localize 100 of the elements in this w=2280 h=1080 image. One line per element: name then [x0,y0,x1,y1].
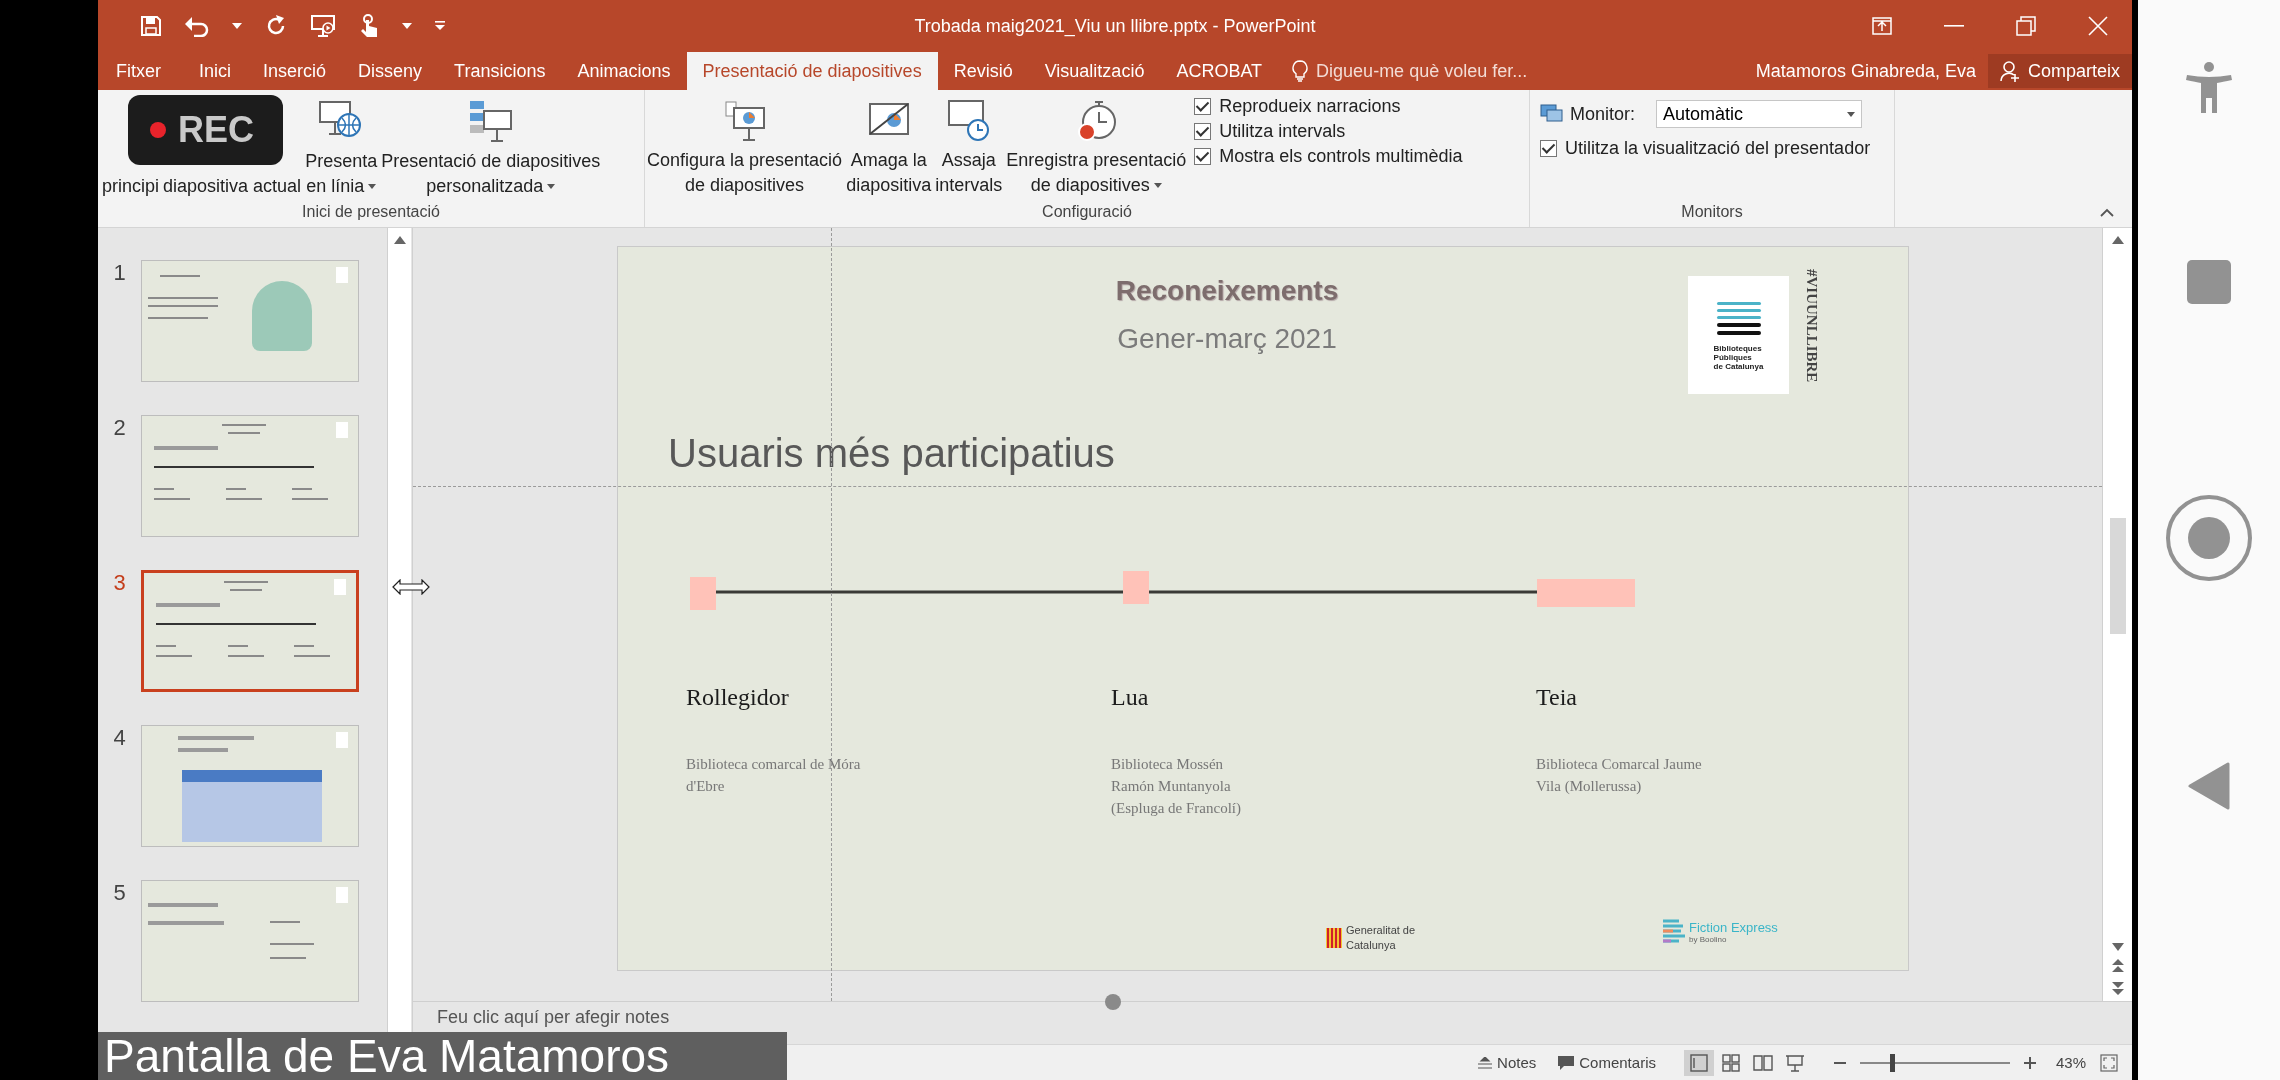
ribbon-tab[interactable]: Visualització [1028,52,1161,90]
recording-badge: REC [128,95,283,165]
tell-me-field[interactable]: Digueu-me què voleu fer... [1314,59,1619,83]
slide-number: 3 [112,570,127,596]
ribbon-button[interactable]: principi [100,173,162,201]
ribbon-tab[interactable]: Disseny [342,52,439,90]
notes-icon [1478,1056,1493,1069]
screen-share-label: Pantalla de Eva Matamoros [98,1032,787,1080]
touch-icon[interactable] [360,14,380,38]
restore-icon[interactable] [2016,16,2036,36]
notes-button[interactable]: Notes [1474,1054,1541,1071]
screen-clock-icon [945,98,992,144]
slide-thumbnail[interactable] [141,570,359,692]
close-icon[interactable] [2088,16,2108,36]
library-text: Biblioteca Comarcal Jaume Vila (Mollerussa) [1536,755,1703,796]
back-icon[interactable] [2188,762,2230,810]
slide-number: 4 [112,725,127,751]
ribbon-button[interactable]: Configura la presentació de diapositives [645,94,845,200]
generalitat-logo-text: Generalitat de Catalunya [1346,923,1416,953]
slide-heading: Usuaris més participatius [668,431,1115,476]
library-text: Biblioteca Mossén Ramón Muntanyola (Espluga de Francolí) [1111,755,1242,818]
checkbox[interactable] [1540,140,1557,157]
ribbon-tab[interactable]: Transicions [438,52,562,90]
normal-view-icon[interactable] [1683,1049,1714,1076]
customize-toolbar-icon[interactable] [434,21,446,31]
ribbon-button[interactable]: Amaga la diapositiva [844,94,934,200]
person-add-icon [1999,60,2022,82]
slide-number: 1 [112,260,127,286]
zoom-level[interactable]: 43% [2055,1054,2086,1071]
resize-cursor-icon [392,579,430,595]
ribbon-tab[interactable]: Animacions [561,52,687,90]
undo-icon[interactable] [184,15,210,37]
collapse-ribbon-icon[interactable] [2100,208,2114,217]
ribbon-button[interactable]: Enregistra presentació de diapositives [1004,94,1189,200]
monitors-icon [1540,104,1564,124]
scroll-thumb[interactable] [2109,518,2126,634]
monitor-label: Monitor: [1570,103,1637,125]
ribbon-tab[interactable]: Inserció [247,52,343,90]
share-button[interactable]: Comparteix [1987,54,2132,88]
slide-number: 5 [112,880,127,906]
ribbon-button[interactable]: Presentació de diapositives personalitzada [379,95,603,201]
slide-title: Reconeixements [1115,275,1339,307]
ribbon-tab[interactable]: ACROBAT [1160,52,1279,90]
library-text: Biblioteca comarcal de Móra d'Ebre [686,755,862,796]
checkbox-option[interactable]: Reprodueix narracions [1194,96,1463,117]
caret-icon [1847,111,1855,117]
slide-thumbnail[interactable] [141,260,359,382]
group-label: Inici de presentació [301,203,441,222]
checkbox-option[interactable]: Utilitza la visualització del presentador [1540,138,1871,159]
projector-screen-icon[interactable] [310,14,338,38]
checkbox-option[interactable]: Mostra els controls multimèdia [1194,146,1463,167]
checkbox[interactable] [1194,123,1212,140]
ribbon-display-options-icon[interactable] [1872,17,1892,35]
comment-icon [1558,1055,1575,1070]
fit-to-window-icon[interactable] [2100,1053,2118,1072]
person-name: Lua [1111,684,1150,711]
ribbon-tab[interactable]: Revisió [937,52,1029,90]
ribbon-tab[interactable]: Inici [183,52,247,90]
slide-thumbnail[interactable] [141,415,359,537]
save-icon[interactable] [140,15,162,37]
caret-icon[interactable] [232,23,242,29]
scroll-up-icon[interactable] [393,236,406,244]
scrollbar[interactable] [2102,228,2132,1001]
user-name[interactable]: Matamoros Ginabreda, Eva [1755,60,1976,82]
record-icon[interactable] [2165,494,2253,582]
logo-text: Biblioteques Públiques de Catalunya [1713,343,1764,371]
person-name: Rollegidor [686,684,790,711]
flag-icon [1326,928,1342,948]
logo-subtext: by Boolino [1689,935,1728,944]
ribbon-button[interactable]: Assaja intervals [933,94,1005,200]
caret-icon[interactable] [402,23,412,29]
checkbox[interactable] [1194,148,1212,165]
accessibility-icon[interactable] [2186,62,2232,114]
slide-thumbnail[interactable] [141,725,359,847]
stripes-icon [1663,919,1685,945]
lightbulb-icon [1292,60,1309,82]
scroll-down-icon[interactable] [2111,943,2124,951]
previous-slide-icon[interactable] [2111,959,2124,973]
person-name: Teia [1536,684,1578,711]
checkbox[interactable] [1194,98,1212,115]
group-label: Configuració [1041,203,1133,222]
slide-thumbnail[interactable] [141,880,359,1002]
window-title: Trobada maig2021_Viu un llibre.pptx - PowerPoint [914,15,1316,37]
record-dot-icon [150,122,166,138]
zoom-in-icon[interactable] [2023,1056,2036,1069]
checkbox-option[interactable]: Utilitza intervals [1194,121,1463,142]
hashtag-text: #VIUUNLLIBRE [1803,269,1820,383]
resize-handle[interactable] [1105,994,1121,1010]
zoom-out-icon[interactable] [1833,1061,1846,1064]
ribbon-tab[interactable]: Fitxer [98,52,183,90]
slide-subtitle: Gener-març 2021 [1117,323,1337,355]
fiction-express-logo-text: Fiction Express [1689,920,1778,935]
comments-button[interactable]: Comentaris [1554,1054,1660,1071]
ribbon-button[interactable]: diapositiva actual [161,173,304,201]
notes-field[interactable]: Feu clic aquí per afegir notes [435,1006,839,1029]
ribbon-button[interactable]: Presenta en línia [303,95,380,201]
ribbon-tab[interactable]: Presentació de diapositives [686,52,938,90]
scroll-up-icon[interactable] [2111,236,2124,244]
next-slide-icon[interactable] [2111,981,2124,995]
monitor-dropdown[interactable]: Automàtic [1656,100,1862,128]
